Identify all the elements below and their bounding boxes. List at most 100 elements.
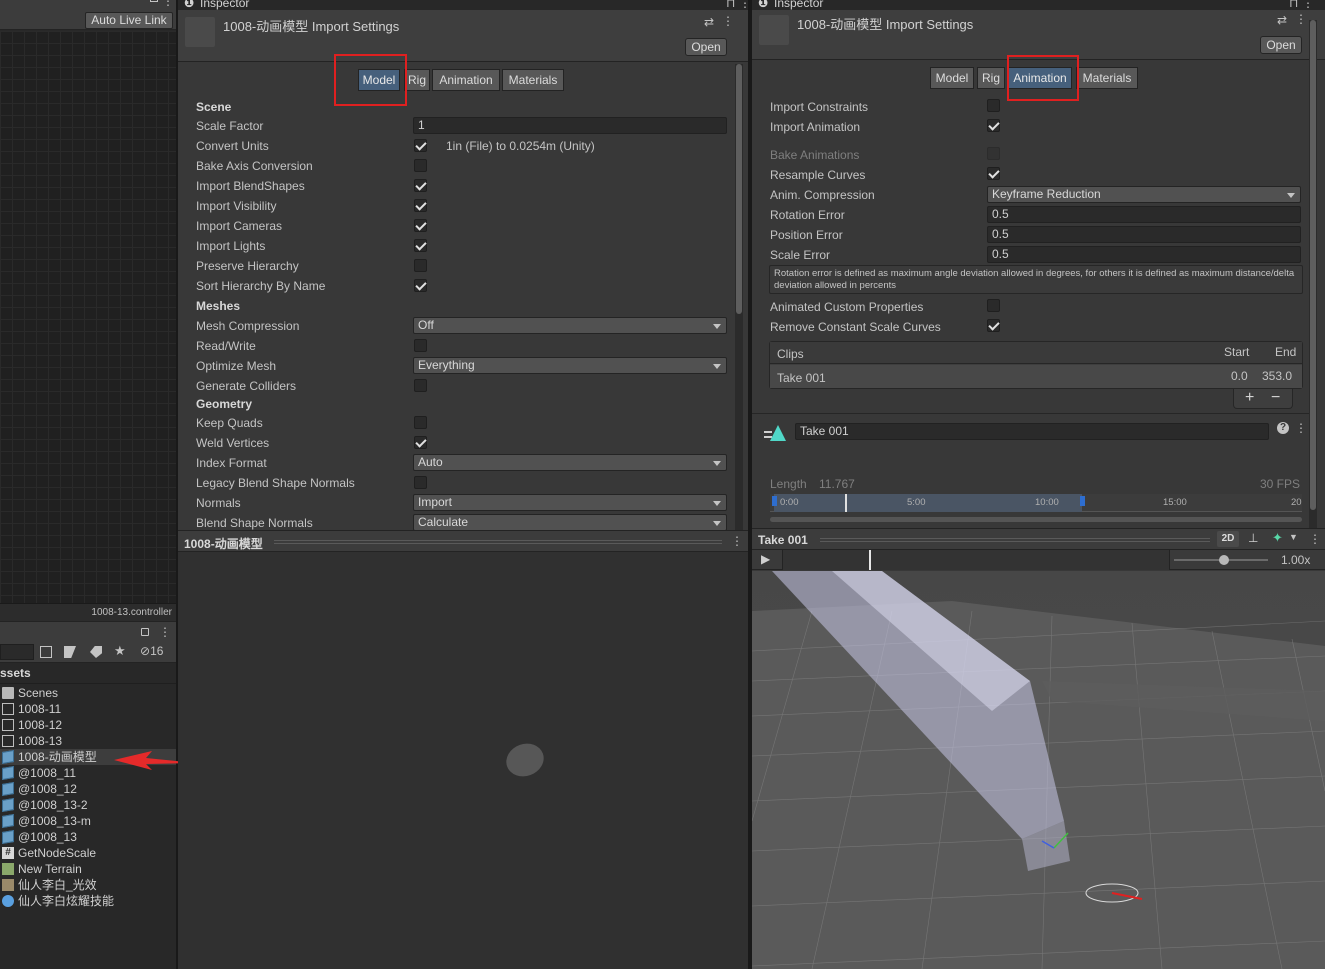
- play-icon[interactable]: ▶: [761, 552, 770, 566]
- more-icon[interactable]: ⋮: [722, 14, 734, 28]
- star-icon[interactable]: ★: [114, 643, 126, 659]
- animated-custom-checkbox[interactable]: [987, 299, 1000, 312]
- inspector-1-tab[interactable]: Inspector: [200, 0, 249, 10]
- timeline-start-marker[interactable]: [772, 496, 777, 506]
- animator-graph[interactable]: [0, 31, 176, 603]
- mesh-compression-dropdown[interactable]: Off: [413, 317, 727, 334]
- convert-units-checkbox[interactable]: [414, 139, 427, 152]
- preview-drag-handle[interactable]: [820, 538, 1210, 542]
- lock-icon[interactable]: ⊓: [1289, 0, 1298, 10]
- remove-constant-scale-checkbox[interactable]: [987, 319, 1000, 332]
- legacy-blend-checkbox[interactable]: [414, 476, 427, 489]
- avatar-icon[interactable]: ✦: [1272, 530, 1283, 546]
- normals-dropdown[interactable]: Import: [413, 494, 727, 511]
- more-icon[interactable]: ⋮: [1295, 12, 1307, 26]
- timeline-playhead[interactable]: [845, 494, 847, 512]
- asset-item[interactable]: 1008-13: [0, 733, 176, 749]
- import-lights-checkbox[interactable]: [414, 239, 427, 252]
- keep-quads-checkbox[interactable]: [414, 416, 427, 429]
- asset-item[interactable]: 1008-12: [0, 717, 176, 733]
- asset-item[interactable]: @1008_12: [0, 781, 176, 797]
- tab-materials[interactable]: Materials: [1076, 67, 1138, 89]
- position-error-field[interactable]: 0.5: [987, 226, 1301, 243]
- speed-slider-thumb[interactable]: [1219, 555, 1229, 565]
- lock-icon[interactable]: [150, 0, 158, 2]
- open-button[interactable]: Open: [1260, 36, 1302, 54]
- asset-item[interactable]: # GetNodeScale: [0, 845, 176, 861]
- settings-icon[interactable]: ⇄: [1277, 13, 1287, 27]
- anim-compression-dropdown[interactable]: Keyframe Reduction: [987, 186, 1301, 203]
- scale-factor-field[interactable]: 1: [413, 117, 727, 134]
- clip-name-field[interactable]: Take 001: [795, 423, 1269, 440]
- asset-item[interactable]: 仙人李白_光效: [0, 877, 176, 893]
- search-by-type-icon[interactable]: [40, 646, 52, 658]
- pivot-icon[interactable]: ⊥: [1248, 531, 1258, 545]
- lock-icon[interactable]: ⊓: [726, 0, 735, 10]
- filter-type-icon[interactable]: [64, 646, 76, 658]
- preview-drag-handle[interactable]: [274, 540, 722, 544]
- tick-5: 5:00: [907, 497, 926, 508]
- chevron-down-icon[interactable]: ▼: [1289, 532, 1298, 542]
- tab-rig[interactable]: Rig: [404, 69, 430, 91]
- scrollbar-thumb[interactable]: [736, 64, 742, 314]
- rotation-error-field[interactable]: 0.5: [987, 206, 1301, 223]
- anim-3d-preview[interactable]: [752, 571, 1325, 969]
- import-constraints-checkbox[interactable]: [987, 99, 1000, 112]
- asset-item[interactable]: @1008_13: [0, 829, 176, 845]
- menu-icon[interactable]: ⋮: [1309, 532, 1321, 546]
- menu-icon[interactable]: ⋮: [162, 0, 174, 8]
- menu-icon[interactable]: ⋮: [731, 534, 743, 548]
- asset-item[interactable]: @1008_13-m: [0, 813, 176, 829]
- preserve-hierarchy-checkbox[interactable]: [414, 259, 427, 272]
- resample-curves-checkbox[interactable]: [987, 167, 1000, 180]
- inspector-1-scrollbar[interactable]: [735, 64, 743, 530]
- asset-item[interactable]: 仙人李白炫耀技能: [0, 893, 176, 909]
- search-input[interactable]: [0, 644, 34, 660]
- scale-error-field[interactable]: 0.5: [987, 246, 1301, 263]
- import-animation-checkbox[interactable]: [987, 119, 1000, 132]
- timeline-end-marker[interactable]: [1080, 496, 1085, 506]
- asset-item[interactable]: New Terrain: [0, 861, 176, 877]
- menu-icon[interactable]: ⋮: [159, 625, 171, 639]
- tab-rig[interactable]: Rig: [977, 67, 1005, 89]
- model-preview-area[interactable]: [178, 552, 748, 969]
- menu-icon[interactable]: ⋮: [739, 0, 748, 10]
- add-clip-button[interactable]: +: [1245, 389, 1254, 407]
- inspector-2-tab[interactable]: Inspector: [774, 0, 823, 10]
- scrollbar-thumb[interactable]: [1310, 20, 1316, 510]
- settings-icon[interactable]: ⇄: [704, 15, 714, 29]
- import-cameras-checkbox[interactable]: [414, 219, 427, 232]
- asset-item[interactable]: @1008_13-2: [0, 797, 176, 813]
- clip-row[interactable]: Take 001 0.0 353.0: [770, 365, 1302, 388]
- hidden-count[interactable]: ⊘16: [140, 644, 163, 658]
- label-icon[interactable]: [90, 646, 102, 658]
- import-blendshapes-checkbox[interactable]: [414, 179, 427, 192]
- auto-live-link-button[interactable]: Auto Live Link: [85, 12, 173, 29]
- lock-icon[interactable]: [141, 628, 149, 636]
- more-icon[interactable]: ⋮: [1295, 421, 1307, 435]
- tab-animation[interactable]: Animation: [432, 69, 500, 91]
- bake-axis-checkbox[interactable]: [414, 159, 427, 172]
- inspector-2-scrollbar[interactable]: [1309, 20, 1317, 528]
- menu-icon[interactable]: ⋮: [1302, 0, 1314, 10]
- timeline-scroll[interactable]: [770, 517, 1302, 522]
- blend-shape-normals-dropdown[interactable]: Calculate: [413, 514, 727, 531]
- asset-item[interactable]: 1008-11: [0, 701, 176, 717]
- mode-2d-button[interactable]: 2D: [1217, 531, 1239, 547]
- import-visibility-checkbox[interactable]: [414, 199, 427, 212]
- open-button[interactable]: Open: [685, 38, 727, 56]
- generate-colliders-checkbox[interactable]: [414, 379, 427, 392]
- remove-clip-button[interactable]: −: [1271, 389, 1280, 407]
- timeline[interactable]: 0:00 5:00 10:00 15:00 20: [770, 494, 1302, 512]
- index-format-dropdown[interactable]: Auto: [413, 454, 727, 471]
- playback-cursor[interactable]: [869, 550, 871, 570]
- weld-vertices-checkbox[interactable]: [414, 436, 427, 449]
- optimize-mesh-dropdown[interactable]: Everything: [413, 357, 727, 374]
- sort-hierarchy-checkbox[interactable]: [414, 279, 427, 292]
- asset-item[interactable]: Scenes: [0, 685, 176, 701]
- playback-track[interactable]: [782, 550, 1170, 570]
- tab-materials[interactable]: Materials: [502, 69, 564, 91]
- help-icon[interactable]: ?: [1277, 422, 1289, 434]
- read-write-checkbox[interactable]: [414, 339, 427, 352]
- tab-model[interactable]: Model: [930, 67, 974, 89]
